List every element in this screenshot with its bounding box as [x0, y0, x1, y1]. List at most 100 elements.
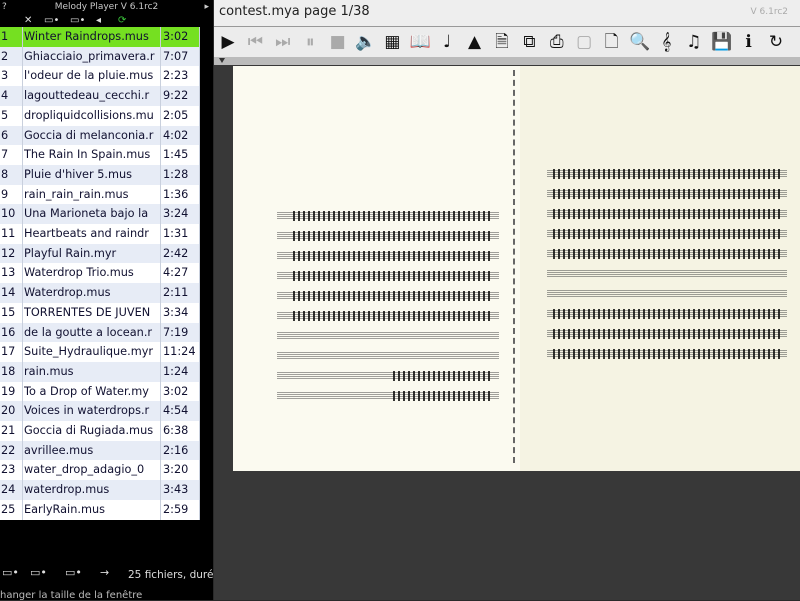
book-icon[interactable]: 📖	[410, 31, 431, 53]
playlist-name: rain.mus	[24, 364, 74, 378]
forward-icon[interactable]: ⏭	[273, 31, 293, 53]
playhead-marker[interactable]	[219, 58, 225, 63]
arrow-right-icon[interactable]: →	[100, 566, 109, 579]
blank-icon[interactable]: ▢	[574, 31, 594, 53]
playlist-dur: 1:28	[163, 167, 189, 181]
playlist-row[interactable]: 15 TORRENTES DE JUVEN 3:34	[0, 303, 200, 323]
playlist-dur: 6:38	[163, 424, 189, 437]
playlist-list[interactable]: 1 Winter Raindrops.mus 3:02 2 Ghiacciaio_pri…	[0, 27, 200, 520]
position-ruler[interactable]	[214, 57, 800, 65]
playlist-name: Waterdrop Trio.mus	[24, 266, 134, 280]
add-file-icon[interactable]: ▭•	[2, 566, 19, 579]
playlist-dur: 2:11	[163, 286, 189, 300]
notes	[293, 211, 493, 221]
notes	[293, 231, 493, 241]
playlist-row[interactable]: 23 water_drop_adagio_0 3:20	[0, 460, 200, 480]
playlist-row[interactable]: 25 EarlyRain.mus 2:59	[0, 500, 200, 520]
playlist-name: Goccia di melanconia.r	[24, 128, 154, 142]
sync-icon[interactable]: ⟳	[118, 14, 126, 27]
playlist-row[interactable]: 8 Pluie d'hiver 5.mus 1:28	[0, 164, 200, 185]
playlist-num: 23	[1, 463, 16, 477]
playlist-row[interactable]: 7 The Rain In Spain.mus 1:45	[0, 145, 200, 165]
notes-icon[interactable]: ♫	[684, 31, 704, 53]
playlist-row[interactable]: 6 Goccia di melanconia.r 4:02	[0, 125, 200, 146]
playlist-name: l'odeur de la pluie.mus	[24, 69, 154, 83]
rewind-icon[interactable]: ⏮	[245, 31, 265, 53]
collapse-arrow-icon[interactable]: ▸	[204, 0, 209, 14]
playlist-num: 17	[1, 345, 16, 359]
playlist-row[interactable]: 13 Waterdrop Trio.mus 4:27	[0, 263, 200, 283]
speaker-icon[interactable]: 🔈	[355, 31, 376, 53]
save-icon[interactable]: 💾	[711, 31, 732, 53]
playlist-dur: 7:19	[163, 325, 189, 339]
playlist-dur: 3:20	[163, 463, 189, 477]
playlist-row[interactable]: 3 l'odeur de la pluie.mus 2:23	[0, 66, 200, 86]
zoom-icon[interactable]: 🔍	[629, 31, 650, 53]
playlist-name: TORRENTES DE JUVEN	[24, 305, 151, 319]
playlist-row[interactable]: 14 Waterdrop.mus 2:11	[0, 283, 200, 303]
playlist-dur: 11:24	[163, 345, 196, 359]
back-icon[interactable]: ◂	[96, 14, 101, 27]
column-divider	[160, 27, 161, 520]
add-folder-icon[interactable]: ▭•	[30, 566, 47, 579]
playlist-num: 2	[1, 49, 9, 63]
playlist-name: Playful Rain.myr	[24, 246, 117, 260]
playlist-row[interactable]: 4 lagouttedeau_cecchi.r 9:22	[0, 86, 200, 106]
playlist-row[interactable]: 11 Heartbeats and raindr 1:31	[0, 224, 200, 244]
playlist-row[interactable]: 21 Goccia di Rugiada.mus 6:38	[0, 421, 200, 441]
playlist-row[interactable]: 20 Voices in waterdrops.r 4:54	[0, 401, 200, 421]
score-title-bar: contest.mya page 1/38 V 6.1rc2	[214, 0, 800, 27]
playlist-dur: 1:31	[163, 227, 189, 240]
playlist-num: 1	[1, 30, 9, 43]
staff	[277, 352, 499, 360]
folder-add-icon[interactable]: ▭•	[44, 14, 59, 27]
notes	[553, 189, 783, 199]
playlist-row[interactable]: 1 Winter Raindrops.mus 3:02	[0, 27, 200, 47]
playlist-row[interactable]: 9 rain_rain_rain.mus 1:36	[0, 185, 200, 205]
score-window: contest.mya page 1/38 V 6.1rc2 ▶ ⏮ ⏭ ⏸ ■ 🔈 ▦ 📖 ♩…	[214, 0, 800, 600]
playlist-num: 19	[1, 384, 16, 398]
playlist-row[interactable]: 18 rain.mus 1:24	[0, 361, 200, 382]
playlist-row[interactable]: 24 waterdrop.mus 3:43	[0, 480, 200, 500]
playlist-row[interactable]: 16 de la goutte a locean.r 7:19	[0, 322, 200, 343]
note-icon[interactable]: ♩	[437, 31, 457, 53]
notes	[393, 391, 493, 401]
treble-clef-icon[interactable]: 𝄞	[656, 31, 676, 53]
folder-remove-icon[interactable]: ▭•	[70, 14, 85, 27]
playlist-row[interactable]: 22 avrillee.mus 2:16	[0, 440, 200, 461]
column-divider	[22, 27, 23, 520]
playlist-num: 20	[1, 404, 16, 418]
stop-icon[interactable]: ■	[328, 31, 348, 53]
page-icon[interactable]: 🗎	[492, 31, 512, 53]
print-icon[interactable]: ⎙	[547, 31, 567, 53]
metronome-icon[interactable]: ▲	[465, 31, 485, 53]
playlist-row[interactable]: 19 To a Drop of Water.my 3:02	[0, 382, 200, 402]
playlist-row[interactable]: 12 Playful Rain.myr 2:42	[0, 243, 200, 264]
playlist-name: lagouttedeau_cecchi.r	[24, 89, 150, 103]
playlist-name: waterdrop.mus	[24, 483, 110, 497]
keyboard-icon[interactable]: ▦	[382, 31, 402, 53]
playlist-row[interactable]: 10 Una Marioneta bajo la 3:24	[0, 204, 200, 224]
playlist-row[interactable]: 17 Suite_Hydraulique.myr 11:24	[0, 342, 200, 362]
help-mark[interactable]: ?	[2, 0, 7, 14]
playlist-row[interactable]: 5 dropliquidcollisions.mu 2:05	[0, 106, 200, 126]
playlist-name: avrillee.mus	[24, 443, 94, 457]
playlist-dur: 3:24	[163, 207, 189, 221]
playlist-name: water_drop_adagio_0	[24, 463, 145, 477]
refresh-icon[interactable]: ↻	[766, 31, 786, 53]
score-toolbar: ▶ ⏮ ⏭ ⏸ ■ 🔈 ▦ 📖 ♩ ▲ 🗎 ⧉ ⎙ ▢ 🗋 🔍 𝄞 ♫ 💾 ℹ ↻	[214, 27, 800, 58]
staff	[547, 290, 787, 298]
playlist-footer: 25 fichiers, duré hanger la taille de la…	[0, 560, 213, 601]
playlist-name: To a Drop of Water.my	[24, 384, 149, 398]
playlist-dur: 7:07	[163, 49, 189, 63]
playlist-row[interactable]: 2 Ghiacciaio_primavera.r 7:07	[0, 46, 200, 67]
pause-icon[interactable]: ⏸	[300, 31, 320, 53]
info-icon[interactable]: ℹ	[739, 31, 759, 53]
close-icon[interactable]: ✕	[24, 14, 32, 27]
remove-file-icon[interactable]: ▭•	[65, 566, 82, 579]
playlist-dur: 4:02	[163, 128, 189, 142]
play-icon[interactable]: ▶	[218, 31, 238, 53]
playlist-num: 5	[1, 108, 9, 122]
pdf-icon[interactable]: 🗋	[602, 31, 622, 53]
copy-icon[interactable]: ⧉	[519, 31, 539, 53]
